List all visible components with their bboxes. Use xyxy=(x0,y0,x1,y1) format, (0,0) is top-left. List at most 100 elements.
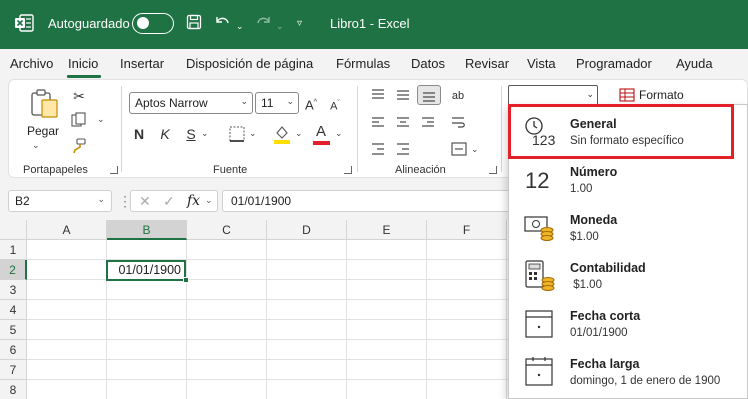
grid-cell[interactable] xyxy=(187,280,267,300)
format-option-number[interactable]: 12 Número 1.00 xyxy=(509,155,748,203)
alignment-launcher-icon[interactable] xyxy=(489,166,497,174)
grid-cell[interactable] xyxy=(187,320,267,340)
row-header-6[interactable]: 6 xyxy=(0,340,27,360)
grid-cell[interactable] xyxy=(347,380,427,399)
tab-datos[interactable]: Datos xyxy=(411,56,445,71)
active-cell-b2[interactable]: 01/01/1900 xyxy=(106,260,186,281)
grid-cell[interactable] xyxy=(187,300,267,320)
column-header-a[interactable]: A xyxy=(27,220,107,240)
grid-cell[interactable] xyxy=(187,380,267,399)
font-color-chevron-icon[interactable]: ⌄ xyxy=(335,128,343,139)
grid-cell[interactable] xyxy=(187,340,267,360)
undo-dropdown-chevron-icon[interactable]: ⌄ xyxy=(236,16,244,36)
grid-cell[interactable] xyxy=(347,240,427,260)
grid-cell[interactable] xyxy=(347,280,427,300)
grid-cell[interactable] xyxy=(427,340,507,360)
column-header-e[interactable]: E xyxy=(347,220,427,240)
save-icon[interactable] xyxy=(186,14,202,30)
merge-center-icon[interactable] xyxy=(451,142,467,156)
tab-archivo[interactable]: Archivo xyxy=(10,56,53,71)
borders-icon[interactable] xyxy=(229,126,245,142)
grid-cell[interactable] xyxy=(27,320,107,340)
clipboard-launcher-icon[interactable] xyxy=(110,166,118,174)
row-header-7[interactable]: 7 xyxy=(0,360,27,380)
grid-cell[interactable] xyxy=(267,360,347,380)
grid-cell[interactable] xyxy=(347,360,427,380)
grid-cell[interactable] xyxy=(347,300,427,320)
formula-input[interactable]: 01/01/1900 xyxy=(222,190,512,212)
copy-chevron-icon[interactable]: ⌄ xyxy=(97,114,105,125)
grid-cell[interactable] xyxy=(107,240,187,260)
format-option-accounting[interactable]: Contabilidad $1.00 xyxy=(509,251,748,299)
tab-programador[interactable]: Programador xyxy=(576,56,652,71)
decrease-font-icon[interactable]: Aˇ xyxy=(326,94,344,117)
align-center-icon[interactable] xyxy=(396,116,410,130)
font-launcher-icon[interactable] xyxy=(344,166,352,174)
grid-cell[interactable] xyxy=(267,300,347,320)
grid-cell[interactable] xyxy=(27,260,107,280)
borders-chevron-icon[interactable]: ⌄ xyxy=(249,128,257,139)
wrap-text-icon[interactable] xyxy=(451,116,465,130)
grid-cell[interactable] xyxy=(347,340,427,360)
grid-cell[interactable] xyxy=(107,360,187,380)
copy-icon[interactable] xyxy=(71,112,87,128)
grid-cell[interactable] xyxy=(427,380,507,399)
autosave-toggle[interactable] xyxy=(132,13,174,34)
row-header-1[interactable]: 1 xyxy=(0,240,27,260)
grid-cell[interactable] xyxy=(187,360,267,380)
fx-chevron-icon[interactable]: ⌄ xyxy=(205,195,213,206)
underline-icon[interactable]: S xyxy=(183,124,199,144)
increase-font-icon[interactable]: A^ xyxy=(302,93,320,115)
align-right-icon[interactable] xyxy=(421,116,435,130)
fill-handle[interactable] xyxy=(183,277,189,283)
cancel-icon[interactable]: ✕ xyxy=(139,193,151,210)
fill-color-icon[interactable] xyxy=(273,124,291,144)
tab-insertar[interactable]: Insertar xyxy=(120,56,164,71)
format-option-short-date[interactable]: Fecha corta 01/01/1900 xyxy=(509,299,748,347)
merge-chevron-icon[interactable]: ⌄ xyxy=(471,144,479,155)
enter-icon[interactable]: ✓ xyxy=(163,193,175,210)
cut-icon[interactable]: ✂ xyxy=(69,86,89,106)
tab-ayuda[interactable]: Ayuda xyxy=(676,56,713,71)
align-top-icon[interactable] xyxy=(371,88,385,102)
grid-cell[interactable] xyxy=(427,320,507,340)
name-box[interactable]: B2 ⌄ xyxy=(8,190,112,212)
grid-cell[interactable] xyxy=(427,240,507,260)
tab-vista[interactable]: Vista xyxy=(527,56,556,71)
grid-cell[interactable] xyxy=(427,360,507,380)
grid-cell[interactable] xyxy=(267,260,347,280)
grid-cell[interactable] xyxy=(267,240,347,260)
bold-icon[interactable]: N xyxy=(131,124,147,144)
column-header-f[interactable]: F xyxy=(427,220,507,240)
font-size-combo[interactable]: 11 ⌄ xyxy=(255,92,299,114)
grid-cell[interactable] xyxy=(267,340,347,360)
grid-cell[interactable] xyxy=(427,280,507,300)
tab-inicio[interactable]: Inicio xyxy=(68,56,98,71)
row-header-3[interactable]: 3 xyxy=(0,280,27,300)
grid-cell[interactable] xyxy=(187,260,267,280)
grid-cell[interactable] xyxy=(187,240,267,260)
italic-icon[interactable]: K xyxy=(157,124,173,144)
format-painter-icon[interactable] xyxy=(71,138,87,154)
grid-cell[interactable] xyxy=(267,280,347,300)
grid-cell[interactable] xyxy=(107,340,187,360)
grid-cell[interactable] xyxy=(427,260,507,280)
font-name-combo[interactable]: Aptos Narrow ⌄ xyxy=(129,92,253,114)
grid-cell[interactable] xyxy=(27,340,107,360)
paste-label[interactable]: Pegar xyxy=(27,124,59,138)
grid-cell[interactable] xyxy=(347,320,427,340)
grid-cell[interactable] xyxy=(267,320,347,340)
conditional-format-icon[interactable] xyxy=(619,88,635,102)
row-header-4[interactable]: 4 xyxy=(0,300,27,320)
customize-toolbar-icon[interactable]: ▿ xyxy=(297,14,302,34)
grid-cell[interactable] xyxy=(27,280,107,300)
column-header-d[interactable]: D xyxy=(267,220,347,240)
grid-cell[interactable] xyxy=(107,380,187,399)
tab-disposicion[interactable]: Disposición de página xyxy=(186,56,313,71)
tab-revisar[interactable]: Revisar xyxy=(465,56,509,71)
increase-indent-icon[interactable] xyxy=(396,142,410,156)
grid-cell[interactable] xyxy=(107,320,187,340)
column-header-c[interactable]: C xyxy=(187,220,267,240)
tab-formulas[interactable]: Fórmulas xyxy=(336,56,390,71)
column-header-b[interactable]: B xyxy=(107,220,187,240)
